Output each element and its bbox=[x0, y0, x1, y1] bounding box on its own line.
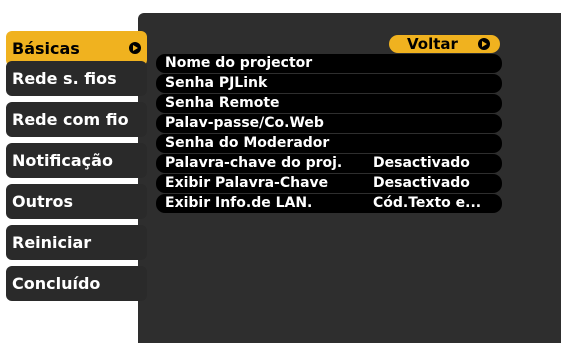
menu-item-exibir-info-lan[interactable]: Exibir Info.de LAN. Cód.Texto e... bbox=[156, 194, 502, 213]
menu-item-value: Desactivado bbox=[373, 155, 470, 171]
sidebar-item-outros[interactable]: Outros bbox=[6, 184, 147, 219]
menu-item-label: Senha do Moderador bbox=[165, 135, 330, 151]
settings-menu: Nome do projector Senha PJLink Senha Rem… bbox=[156, 54, 502, 214]
sidebar-item-label: Outros bbox=[12, 192, 74, 211]
sidebar-item-rede-sem-fios[interactable]: Rede s. fios bbox=[6, 61, 147, 96]
sidebar-item-label: Notificação bbox=[12, 151, 113, 170]
menu-item-senha-pjlink[interactable]: Senha PJLink bbox=[156, 74, 502, 93]
menu-item-palavra-chave-proj[interactable]: Palavra-chave do proj. Desactivado bbox=[156, 154, 502, 173]
sidebar-item-label: Reiniciar bbox=[12, 233, 92, 252]
menu-item-value: Desactivado bbox=[373, 175, 470, 191]
menu-item-label: Exibir Info.de LAN. bbox=[165, 195, 313, 211]
sidebar-item-label: Básicas bbox=[12, 39, 80, 58]
menu-item-label: Senha PJLink bbox=[165, 75, 268, 91]
sidebar-item-reiniciar[interactable]: Reiniciar bbox=[6, 225, 147, 260]
sidebar-item-label: Concluído bbox=[12, 274, 101, 293]
back-button[interactable]: Voltar bbox=[389, 35, 500, 53]
menu-item-value: Cód.Texto e... bbox=[373, 195, 482, 211]
menu-item-label: Senha Remote bbox=[165, 95, 280, 111]
sidebar-item-label: Rede s. fios bbox=[12, 69, 117, 88]
enter-icon bbox=[129, 42, 141, 54]
menu-item-nome-do-projector[interactable]: Nome do projector bbox=[156, 54, 502, 73]
menu-item-label: Palav-passe/Co.Web bbox=[165, 115, 324, 131]
sidebar-item-label: Rede com fio bbox=[12, 110, 129, 129]
menu-item-palavra-passe-web[interactable]: Palav-passe/Co.Web bbox=[156, 114, 502, 133]
menu-item-label: Palavra-chave do proj. bbox=[165, 155, 343, 171]
menu-item-exibir-palavra-chave[interactable]: Exibir Palavra-Chave Desactivado bbox=[156, 174, 502, 193]
enter-icon bbox=[478, 38, 490, 50]
back-button-label: Voltar bbox=[407, 35, 458, 53]
menu-item-senha-remote[interactable]: Senha Remote bbox=[156, 94, 502, 113]
sidebar-item-notificacao[interactable]: Notificação bbox=[6, 143, 147, 178]
menu-item-label: Exibir Palavra-Chave bbox=[165, 175, 329, 191]
sidebar-item-concluido[interactable]: Concluído bbox=[6, 266, 147, 301]
menu-item-senha-do-moderador[interactable]: Senha do Moderador bbox=[156, 134, 502, 153]
menu-item-label: Nome do projector bbox=[165, 55, 313, 71]
sidebar-item-rede-com-fio[interactable]: Rede com fio bbox=[6, 102, 147, 137]
